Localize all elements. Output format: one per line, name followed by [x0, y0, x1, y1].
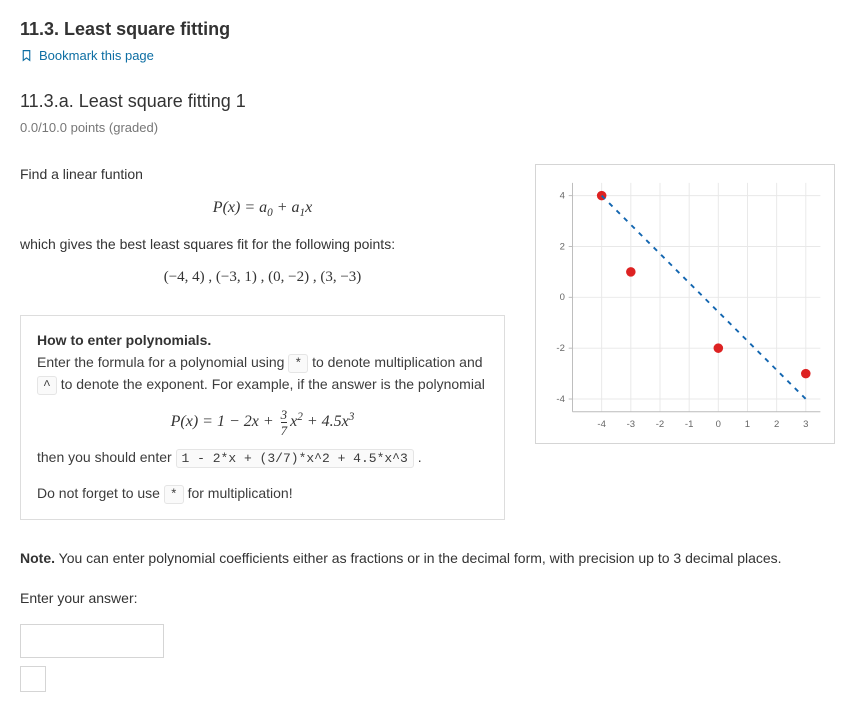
svg-text:0: 0	[560, 292, 565, 303]
points-list: (−4, 4) , (−3, 1) , (0, −2) , (3, −3)	[20, 266, 505, 289]
howto-text-b: to denote multiplication and	[312, 354, 482, 370]
submit-button[interactable]	[20, 666, 46, 692]
star-code-2: *	[164, 485, 184, 504]
equation-linear: P(x) = a0 + a1x	[20, 196, 505, 223]
reminder-a: Do not forget to use	[37, 485, 164, 501]
frac-num: 3	[281, 408, 288, 421]
period: .	[418, 449, 422, 465]
howto-title: How to enter polynomials.	[37, 330, 488, 352]
note-block: Note. You can enter polynomial coefficie…	[20, 548, 835, 570]
bookmark-link[interactable]: Bookmark this page	[20, 46, 835, 66]
frac-den: 7	[281, 424, 288, 437]
then-text: then you should enter	[37, 449, 176, 465]
example-code: 1 - 2*x + (3/7)*x^2 + 4.5*x^3	[176, 449, 414, 468]
howto-reminder: Do not forget to use * for multiplicatio…	[37, 483, 488, 505]
svg-text:-1: -1	[685, 419, 693, 430]
points-graded: 0.0/10.0 points (graded)	[20, 118, 835, 138]
howto-text-a: Enter the formula for a polynomial using	[37, 354, 288, 370]
howto-line1: Enter the formula for a polynomial using…	[37, 352, 488, 396]
svg-text:0: 0	[716, 419, 721, 430]
caret-code: ^	[37, 376, 57, 395]
svg-text:-3: -3	[627, 419, 635, 430]
star-code: *	[288, 354, 308, 373]
svg-text:-2: -2	[656, 419, 664, 430]
sup2: 2	[297, 411, 303, 423]
svg-text:-4: -4	[597, 419, 606, 430]
howto-box: How to enter polynomials. Enter the form…	[20, 315, 505, 520]
section-title: 11.3. Least square fitting	[20, 16, 835, 44]
bookmark-icon	[20, 49, 33, 62]
note-text: You can enter polynomial coefficients ei…	[55, 550, 782, 566]
answer-input[interactable]	[20, 624, 164, 658]
svg-text:2: 2	[774, 419, 779, 430]
howto-example-eqn: P(x) = 1 − 2x + 3 7 x2 + 4.5x3	[37, 408, 488, 437]
answer-label: Enter your answer:	[20, 588, 835, 610]
svg-text:4: 4	[560, 191, 566, 202]
intro-text: Find a linear funtion	[20, 164, 505, 186]
note-label: Note.	[20, 550, 55, 566]
svg-text:-4: -4	[556, 394, 565, 405]
reminder-b: for multiplication!	[188, 485, 293, 501]
bookmark-label: Bookmark this page	[39, 46, 154, 66]
sup3: 3	[349, 411, 355, 423]
after-eqn-text: which gives the best least squares fit f…	[20, 234, 505, 256]
problem-title: 11.3.a. Least square fitting 1	[20, 88, 835, 116]
svg-text:1: 1	[745, 419, 750, 430]
chart: -4 -3 -2 -1 0 1 2 3 -4 -2 0 2 4	[535, 164, 835, 444]
svg-text:-2: -2	[556, 343, 564, 354]
svg-text:2: 2	[560, 241, 565, 252]
howto-text-c: to denote the exponent. For example, if …	[61, 376, 485, 392]
svg-text:3: 3	[803, 419, 808, 430]
howto-then: then you should enter 1 - 2*x + (3/7)*x^…	[37, 447, 488, 469]
